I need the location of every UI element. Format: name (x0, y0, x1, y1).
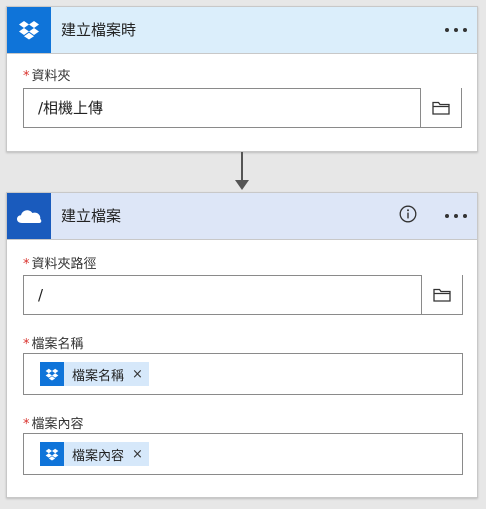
required-marker: * (23, 337, 30, 352)
folder-path-value[interactable]: / (38, 276, 43, 314)
file-name-token[interactable]: 檔案名稱 × (40, 362, 149, 386)
required-marker: * (23, 257, 30, 272)
remove-token-icon[interactable]: × (132, 367, 143, 382)
trigger-title: 建立檔案時 (61, 21, 137, 39)
info-icon[interactable] (399, 205, 417, 223)
file-name-field[interactable]: 檔案名稱 × (23, 353, 463, 395)
dropbox-icon (7, 7, 51, 53)
dropbox-icon (40, 442, 64, 466)
action-title: 建立檔案 (61, 207, 122, 225)
folder-icon[interactable] (421, 275, 463, 315)
file-content-token[interactable]: 檔案內容 × (40, 442, 149, 466)
folder-value[interactable]: /相機上傳 (38, 89, 103, 127)
folder-label: * 資料夾 (23, 69, 71, 84)
action-more-menu-icon[interactable] (445, 211, 467, 221)
trigger-card: 建立檔案時 * 資料夾 /相機上傳 (6, 6, 478, 152)
required-marker: * (23, 417, 30, 432)
folder-field[interactable]: /相機上傳 (23, 88, 462, 128)
dropbox-icon (40, 362, 64, 386)
remove-token-icon[interactable]: × (132, 447, 143, 462)
required-marker: * (23, 69, 30, 84)
folder-path-field[interactable]: / (23, 275, 463, 315)
folder-icon[interactable] (420, 88, 462, 128)
file-content-field[interactable]: 檔案內容 × (23, 433, 463, 475)
file-name-label: * 檔案名稱 (23, 337, 84, 352)
down-arrow-icon (232, 152, 252, 192)
action-card: 建立檔案 * 資料夾路徑 / * 檔案名稱 檔案名稱 × * 檔案內容 檔案內容… (6, 192, 478, 498)
trigger-header[interactable]: 建立檔案時 (7, 7, 477, 54)
token-label: 檔案內容 (72, 448, 125, 464)
file-content-label: * 檔案內容 (23, 417, 84, 432)
folder-path-label: * 資料夾路徑 (23, 257, 97, 272)
action-header[interactable]: 建立檔案 (7, 193, 477, 240)
token-label: 檔案名稱 (72, 368, 125, 384)
onedrive-icon (7, 193, 51, 239)
trigger-more-menu-icon[interactable] (445, 25, 467, 35)
